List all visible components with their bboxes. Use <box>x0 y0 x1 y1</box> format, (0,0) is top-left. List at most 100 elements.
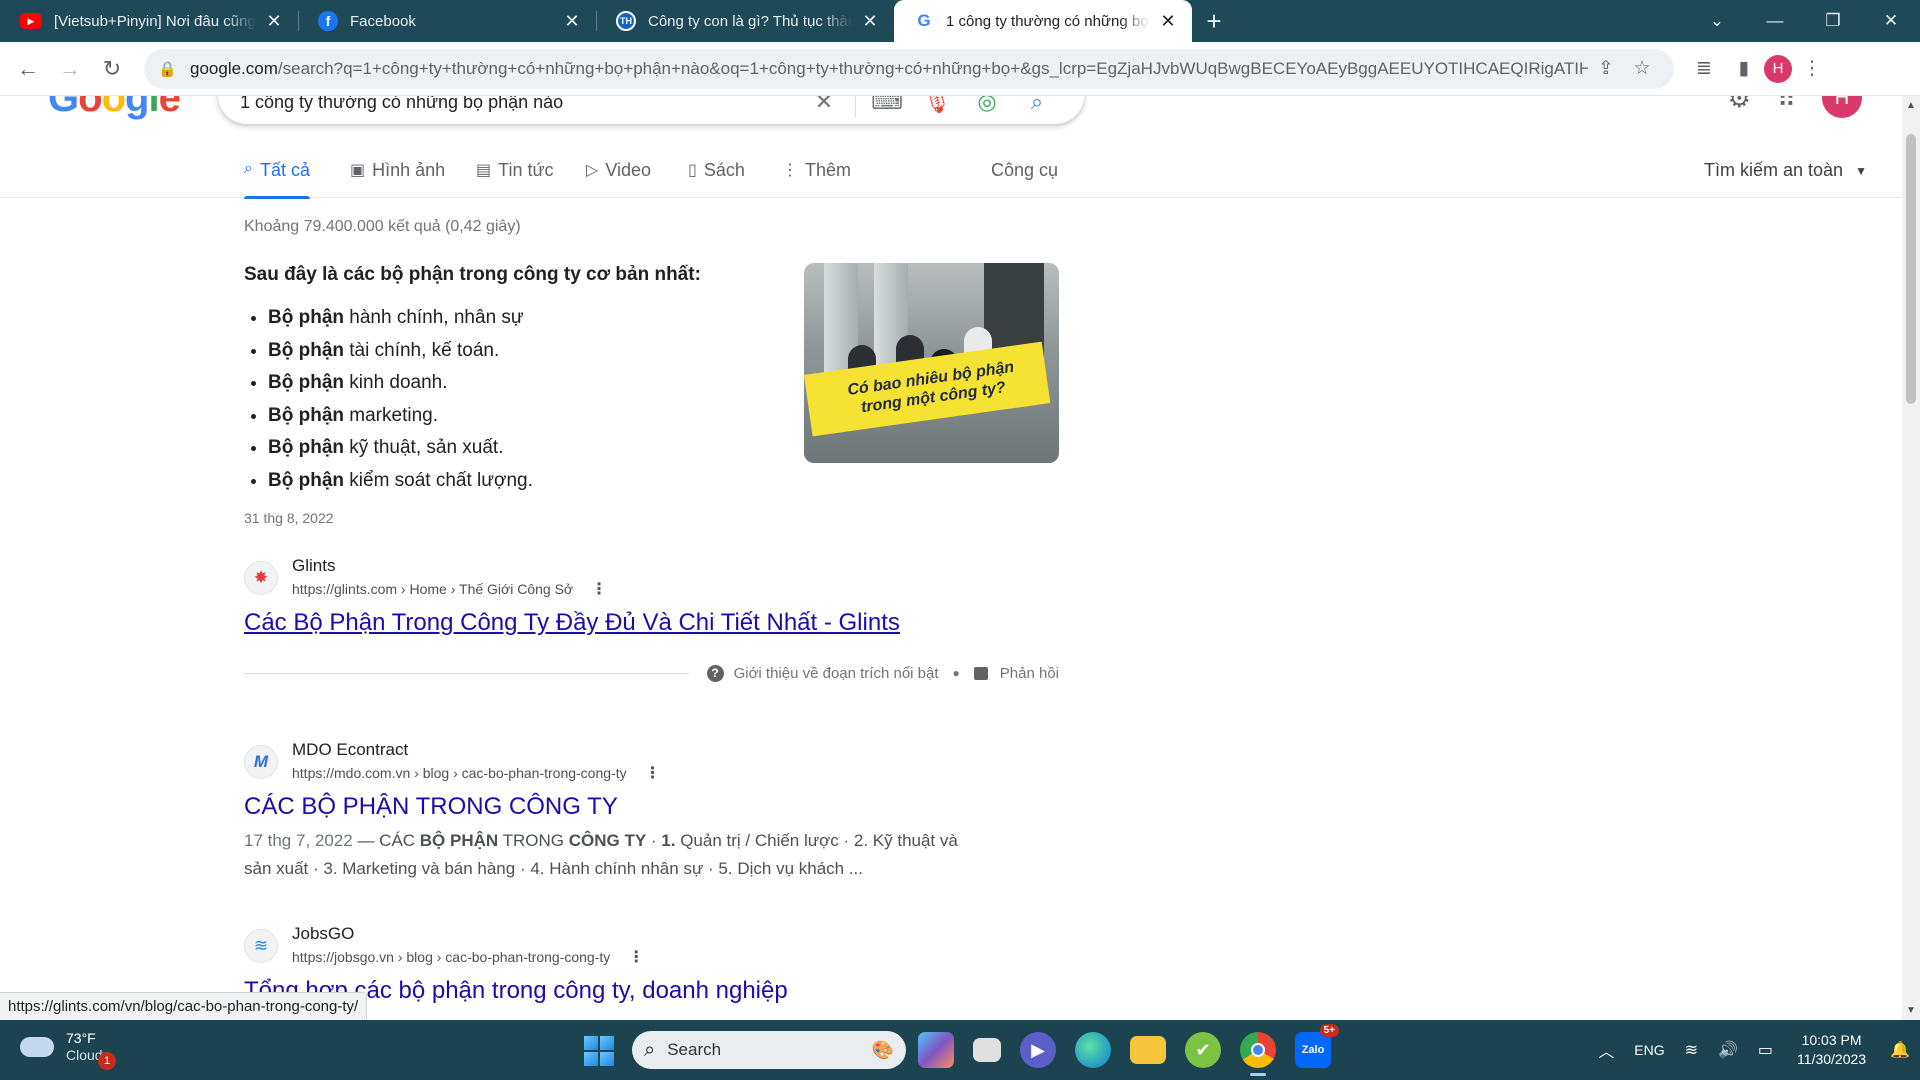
new-tab-button[interactable]: + <box>1192 0 1236 42</box>
copilot-preview-icon[interactable] <box>918 1032 954 1068</box>
search-icon: ⌕ <box>244 160 253 177</box>
zalo-icon[interactable]: Zalo 5+ <box>1295 1024 1339 1068</box>
book-icon: ▯ <box>688 162 697 179</box>
cloud-icon <box>20 1037 54 1057</box>
coccoc-icon[interactable]: ✔ <box>1185 1032 1221 1068</box>
windows-taskbar: 73°F Cloudy 1 ⌕ Search 🎨 ▶ ✔ Zalo 5+ ︿ EN… <box>0 1020 1920 1080</box>
tools-button[interactable]: Công cụ <box>991 154 1058 198</box>
site-row[interactable]: ≋ JobsGO https://jobsgo.vn › blog › cac-… <box>244 924 788 967</box>
tab-google-search[interactable]: G 1 công ty thường có những bọ p ✕ <box>894 0 1192 42</box>
task-view-icon[interactable] <box>973 1038 1001 1062</box>
result-text: · <box>646 831 662 850</box>
result-bold: CÔNG TY <box>568 831 647 850</box>
featured-snippet-source: ✸ Glints https://glints.com › Home › Thế… <box>244 556 900 637</box>
apps-grid-icon[interactable]: ⠿ <box>1777 96 1796 114</box>
address-bar[interactable]: 🔒 google.com/search?q=1+công+ty+thường+c… <box>144 48 1674 89</box>
tab-label: Tất cả <box>259 160 310 180</box>
chrome-icon[interactable] <box>1240 1032 1276 1076</box>
volume-icon[interactable]: 🔊 <box>1718 1040 1738 1060</box>
glints-icon: ✸ <box>244 560 278 595</box>
tab-news[interactable]: ▤ Tin tức <box>476 154 554 198</box>
site-url-text: https://glints.com › Home › Thế Giới Côn… <box>292 581 574 597</box>
site-row[interactable]: ✸ Glints https://glints.com › Home › Thế… <box>244 556 900 599</box>
tab-thuvienphapluat[interactable]: TH Công ty con là gì? Thủ tục thành ✕ <box>596 0 894 42</box>
safe-search-button[interactable]: Tìm kiếm an toàn ▼ <box>1704 154 1867 198</box>
close-window-button[interactable]: ✕ <box>1862 0 1920 42</box>
taskbar-apps: ▶ ✔ Zalo 5+ <box>918 1024 1339 1076</box>
side-panel-icon[interactable]: ▮ <box>1724 57 1764 80</box>
list-item: Bộ phận hành chính, nhân sự <box>268 302 533 335</box>
feedback-link[interactable]: Phản hồi <box>973 665 1059 682</box>
system-tray: ︿ ENG ≋ 🔊 ▭ 10:03 PM 11/30/2023 🔔 <box>1588 1020 1920 1080</box>
google-account-avatar[interactable]: H <box>1822 96 1862 118</box>
close-icon[interactable]: ✕ <box>1158 11 1178 32</box>
profile-avatar[interactable]: H <box>1764 54 1792 83</box>
tab-search-chevron-icon[interactable]: ⌄ <box>1688 0 1746 42</box>
result-bold: 1. <box>661 831 676 850</box>
list-item-bold: Bộ phận <box>268 437 344 458</box>
edge-icon[interactable] <box>1075 1032 1111 1068</box>
lock-icon[interactable]: 🔒 <box>158 60 182 78</box>
notification-bell-icon[interactable]: 🔔 <box>1890 1040 1910 1060</box>
keyboard-icon[interactable]: ⌨ <box>862 96 912 115</box>
google-top-right: ⚙ ⠿ H <box>1728 96 1862 118</box>
reload-button[interactable]: ↻ <box>94 51 130 87</box>
share-icon[interactable]: ⇪ <box>1588 57 1624 80</box>
restore-button[interactable]: ❐ <box>1804 0 1862 42</box>
media-queue-icon[interactable]: ≣ <box>1684 57 1724 80</box>
site-row[interactable]: M MDO Econtract https://mdo.com.vn › blo… <box>244 740 1014 783</box>
settings-gear-icon[interactable]: ⚙ <box>1728 96 1751 114</box>
microphone-icon[interactable]: 🎙 <box>912 96 962 115</box>
more-vert-icon[interactable]: ⋮ <box>591 579 607 599</box>
close-icon[interactable]: ✕ <box>264 11 284 32</box>
page-scrollbar[interactable]: ▲ ▼ <box>1902 96 1920 1020</box>
tab-images[interactable]: ▣ Hình ảnh <box>350 154 445 198</box>
more-vert-icon[interactable]: ⋮ <box>628 947 644 967</box>
about-snippet-link[interactable]: ? Giới thiệu về đoạn trích nổi bật <box>706 664 939 682</box>
search-icon[interactable]: ⌕ <box>1012 96 1062 115</box>
tab-label: Video <box>605 160 652 180</box>
wifi-icon[interactable]: ≋ <box>1685 1040 1698 1060</box>
tab-youtube[interactable]: ▶ [Vietsub+Pinyin] Nơi đâu cũng t ✕ <box>0 0 298 42</box>
tab-all[interactable]: ⌕ Tất cả <box>244 154 310 199</box>
minimize-button[interactable]: — <box>1746 0 1804 42</box>
scroll-up-icon[interactable]: ▲ <box>1902 100 1920 111</box>
file-explorer-icon[interactable] <box>1130 1036 1166 1064</box>
teams-icon[interactable]: ▶ <box>1020 1032 1056 1068</box>
show-hidden-icons-chevron-icon[interactable]: ︿ <box>1598 1038 1614 1062</box>
close-icon[interactable]: ✕ <box>562 11 582 32</box>
scrollbar-thumb[interactable] <box>1906 134 1916 404</box>
more-vert-icon[interactable]: ⋮ <box>645 763 661 783</box>
list-item: Bộ phận tài chính, kế toán. <box>268 335 533 368</box>
taskbar-search[interactable]: ⌕ Search 🎨 <box>632 1031 906 1069</box>
language-indicator[interactable]: ENG <box>1634 1042 1664 1058</box>
featured-snippet-image[interactable]: Có bao nhiêu bộ phận trong một công ty? <box>804 263 1059 463</box>
address-url[interactable]: google.com/search?q=1+công+ty+thường+có+… <box>190 59 1588 79</box>
search-box[interactable]: 1 công ty thường có những bọ phận nào ✕ … <box>218 96 1084 124</box>
search-input[interactable]: 1 công ty thường có những bọ phận nào <box>240 96 799 113</box>
clock[interactable]: 10:03 PM 11/30/2023 <box>1797 1031 1866 1069</box>
chrome-center-icon <box>1251 1043 1265 1057</box>
weather-widget[interactable]: 73°F Cloudy 1 <box>20 1030 116 1070</box>
list-item-text: marketing. <box>344 404 438 426</box>
battery-icon[interactable]: ▭ <box>1758 1040 1773 1060</box>
clear-icon[interactable]: ✕ <box>799 96 849 115</box>
scroll-down-icon[interactable]: ▼ <box>1902 1005 1920 1016</box>
start-button[interactable] <box>584 1036 614 1066</box>
result-title-link[interactable]: Các Bộ Phận Trong Công Ty Đầy Đủ Và Chi … <box>244 609 900 637</box>
search-highlight-icon: 🎨 <box>871 1039 894 1060</box>
more-vert-icon: ⋮ <box>782 162 798 179</box>
tab-facebook[interactable]: f Facebook ✕ <box>298 0 596 42</box>
tab-books[interactable]: ▯ Sách <box>688 154 745 198</box>
back-button[interactable]: ← <box>10 51 46 87</box>
tab-more[interactable]: ⋮ Thêm <box>782 154 851 198</box>
google-logo[interactable]: Google <box>48 96 181 121</box>
tab-video[interactable]: ▷ Video <box>586 154 651 198</box>
result-title-link[interactable]: CÁC BỘ PHẬN TRONG CÔNG TY <box>244 793 1014 821</box>
lens-icon[interactable]: ◎ <box>962 96 1012 115</box>
close-icon[interactable]: ✕ <box>860 11 880 32</box>
google-icon: G <box>914 11 934 31</box>
bookmark-star-icon[interactable]: ☆ <box>1624 57 1660 80</box>
more-menu-icon[interactable]: ⋮ <box>1792 57 1832 80</box>
forward-button[interactable]: → <box>52 51 88 87</box>
